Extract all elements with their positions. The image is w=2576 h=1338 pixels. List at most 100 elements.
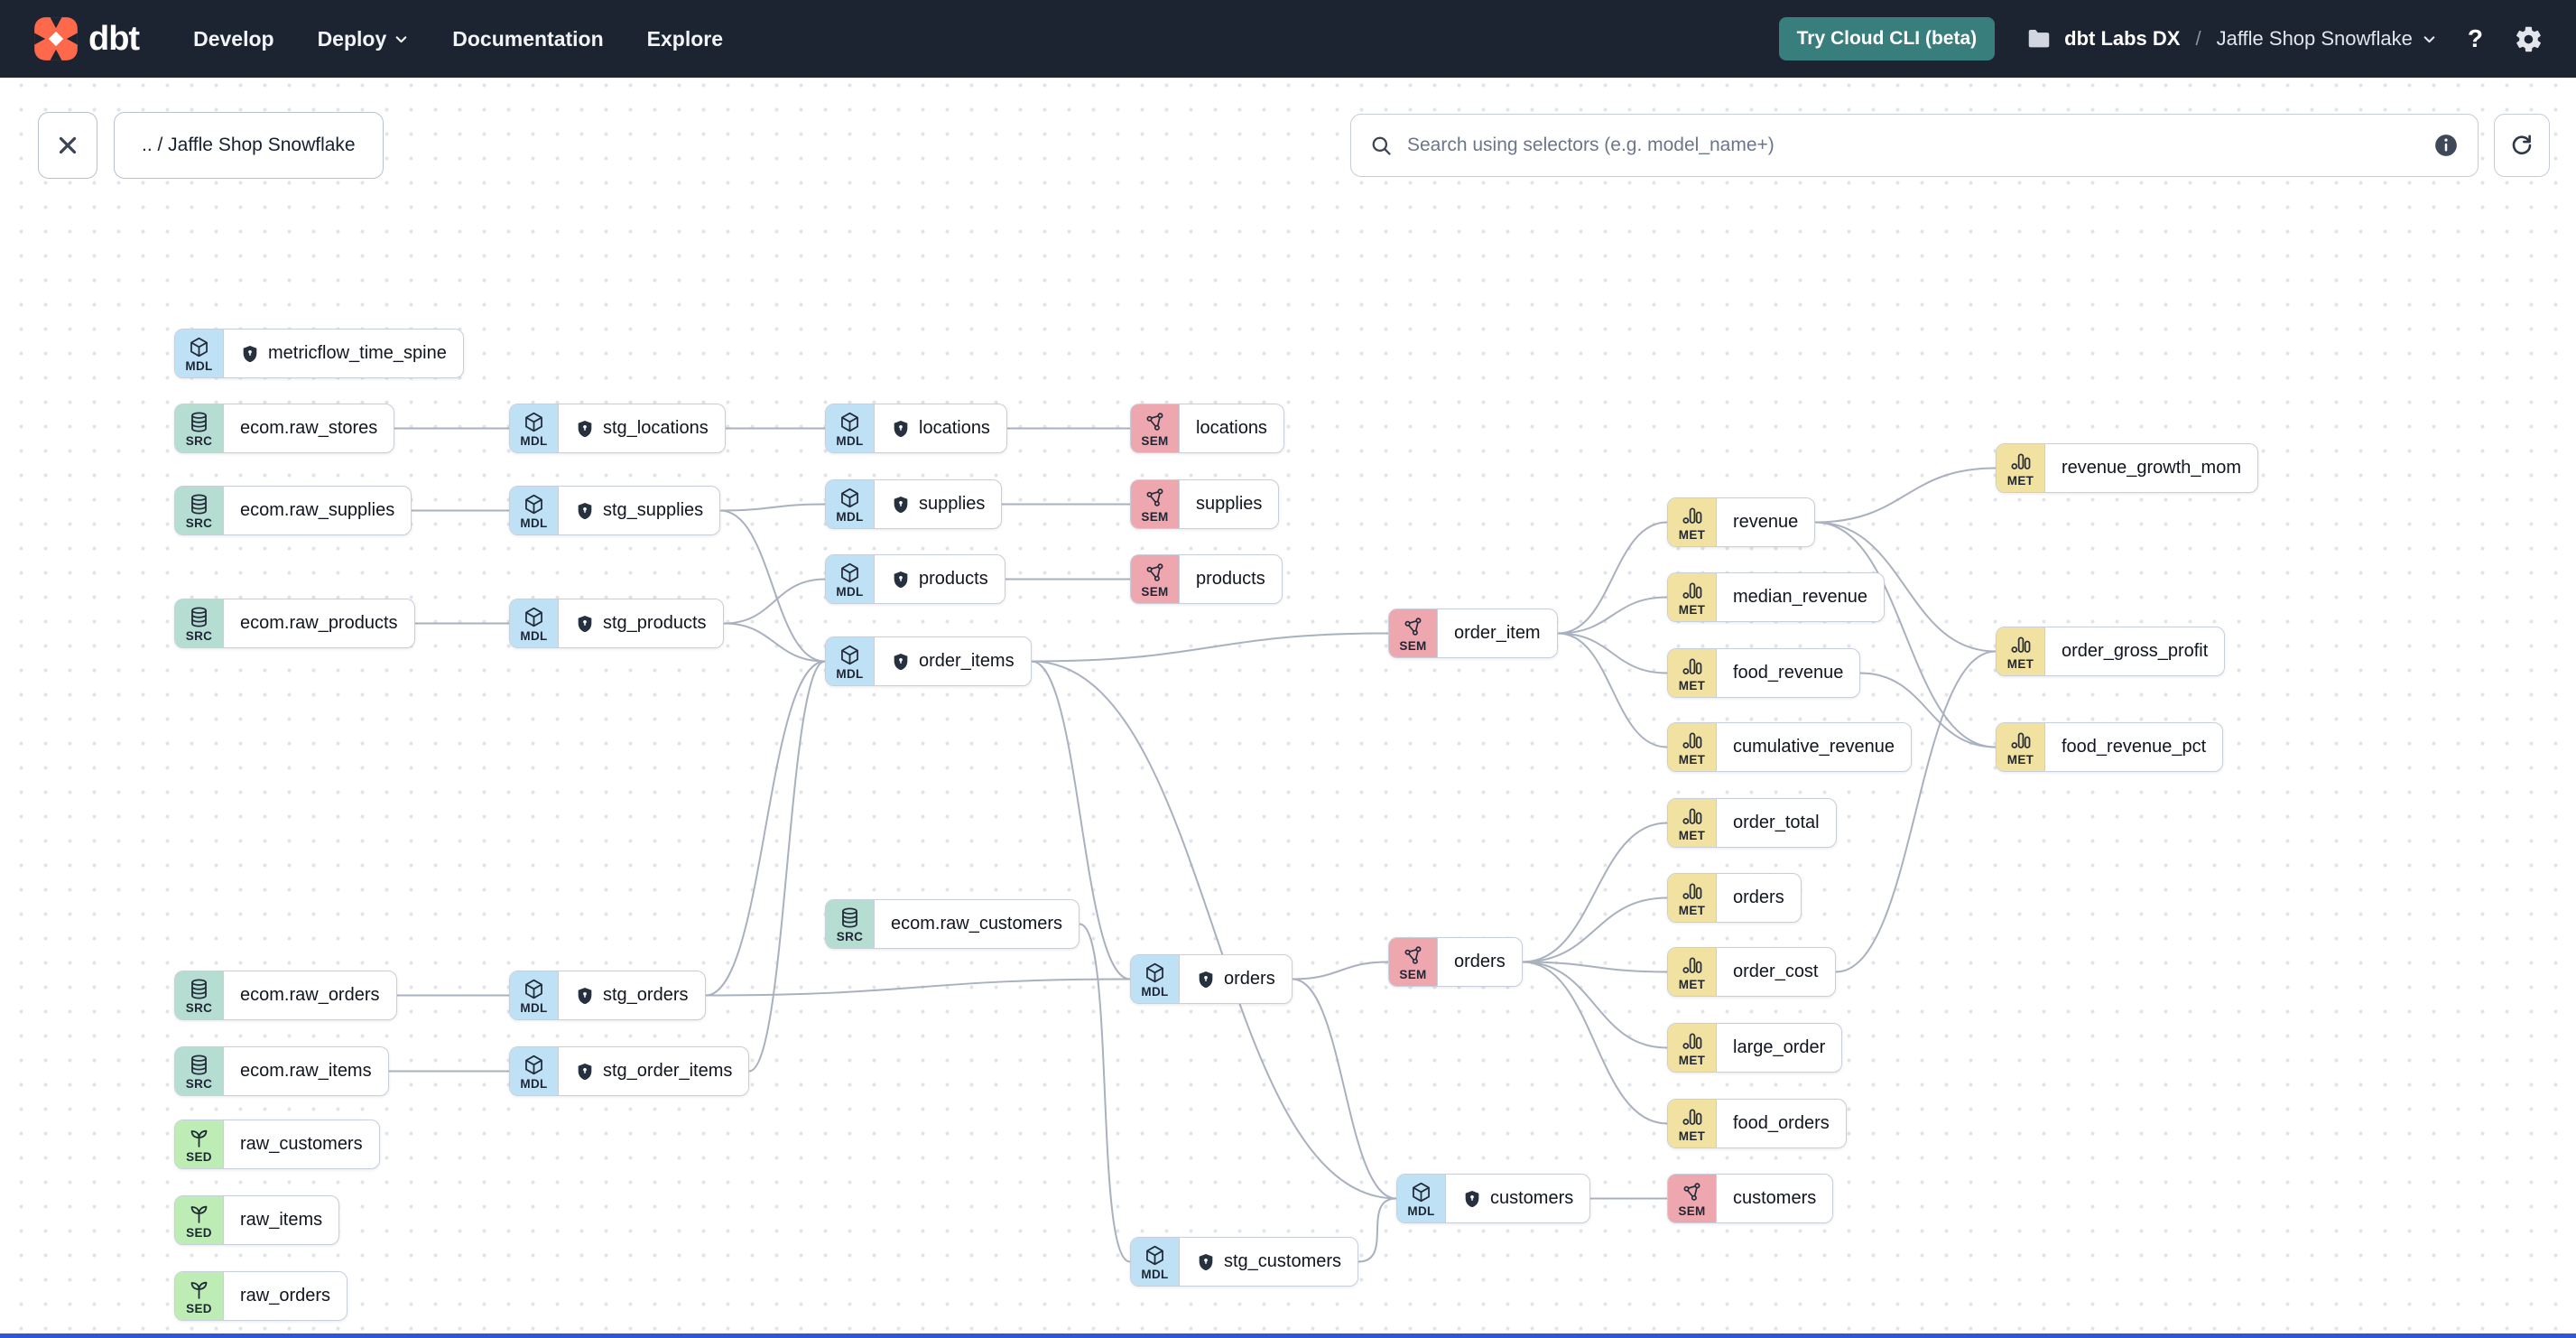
node-label: ecom.raw_stores xyxy=(240,418,378,438)
nav-item-develop[interactable]: Develop xyxy=(193,27,273,51)
graph-node-sem_orders[interactable]: SEM orders xyxy=(1388,937,1523,987)
node-label: products xyxy=(875,555,1005,603)
model-type-badge: MDL xyxy=(826,404,875,452)
node-type-label: SEM xyxy=(1399,639,1427,654)
seed-type-badge: SED xyxy=(175,1272,224,1320)
graph-node-stg_order_items[interactable]: MDL stg_order_items xyxy=(509,1046,750,1096)
model-type-badge: MDL xyxy=(1131,1238,1180,1286)
node-label: order_item xyxy=(1454,623,1541,643)
graph-node-seed_raw_customers[interactable]: SED raw_customers xyxy=(174,1120,380,1169)
graph-node-sem_customers[interactable]: SEM customers xyxy=(1667,1174,1834,1223)
graph-node-sem_products[interactable]: SEM products xyxy=(1130,554,1283,604)
graph-node-seed_raw_items[interactable]: SED raw_items xyxy=(174,1195,340,1245)
graph-node-met_order_total[interactable]: MET order_total xyxy=(1667,798,1837,848)
graph-node-metricflow_time_spine[interactable]: MDL metricflow_time_spine xyxy=(174,329,464,378)
graph-node-ecom_raw_orders[interactable]: SRC ecom.raw_orders xyxy=(174,971,397,1020)
dbt-logo[interactable]: dbt xyxy=(32,15,140,62)
node-label: products xyxy=(1196,569,1265,589)
node-label: order_total xyxy=(1733,813,1820,832)
shield-icon xyxy=(1199,971,1213,988)
graph-node-sem_supplies[interactable]: SEM supplies xyxy=(1130,479,1280,529)
account-name[interactable]: dbt Labs DX xyxy=(2064,27,2180,51)
graph-node-met_large_order[interactable]: MET large_order xyxy=(1667,1023,1843,1073)
search-input[interactable] xyxy=(1407,135,2419,156)
breadcrumb[interactable]: .. / Jaffle Shop Snowflake xyxy=(114,112,384,179)
graph-node-met_food_orders[interactable]: MET food_orders xyxy=(1667,1099,1847,1148)
main-nav: Develop Deploy Documentation Explore xyxy=(193,27,723,51)
graph-node-met_revenue[interactable]: MET revenue xyxy=(1667,497,1816,547)
graph-node-ecom_raw_items[interactable]: SRC ecom.raw_items xyxy=(174,1046,389,1096)
metric-type-badge: MET xyxy=(1668,948,1717,996)
nav-item-documentation[interactable]: Documentation xyxy=(452,27,603,51)
graph-node-met_median_revenue[interactable]: MET median_revenue xyxy=(1667,572,1885,622)
info-icon[interactable] xyxy=(2432,132,2460,159)
close-button[interactable] xyxy=(38,112,97,179)
model-cube-icon xyxy=(525,1055,542,1075)
graph-node-products[interactable]: MDL products xyxy=(825,554,1005,604)
model-type-badge: MDL xyxy=(826,637,875,685)
metric-type-badge: MET xyxy=(1668,498,1717,546)
graph-node-met_revenue_growth_mom[interactable]: MET revenue_growth_mom xyxy=(1996,443,2258,493)
model-cube-icon xyxy=(1146,1246,1163,1266)
graph-node-stg_customers[interactable]: MDL stg_customers xyxy=(1130,1237,1359,1287)
graph-node-supplies[interactable]: MDL supplies xyxy=(825,479,1003,529)
nav-item-explore[interactable]: Explore xyxy=(647,27,723,51)
node-type-label: MET xyxy=(1678,603,1706,618)
node-label: stg_orders xyxy=(559,971,705,1019)
graph-node-met_food_revenue_pct[interactable]: MET food_revenue_pct xyxy=(1996,722,2224,772)
node-type-label: MDL xyxy=(520,434,548,449)
graph-node-orders_model[interactable]: MDL orders xyxy=(1130,954,1293,1004)
graph-node-ecom_raw_products[interactable]: SRC ecom.raw_products xyxy=(174,599,415,648)
graph-node-met_cumulative_revenue[interactable]: MET cumulative_revenue xyxy=(1667,722,1912,772)
lineage-canvas: MDL metricflow_time_spine SRC ecom.raw_stor… xyxy=(0,0,2576,1338)
graph-node-stg_supplies[interactable]: MDL stg_supplies xyxy=(509,486,721,535)
source-type-badge: SRC xyxy=(175,971,224,1019)
graph-node-met_orders[interactable]: MET orders xyxy=(1667,873,1802,923)
model-cube-icon xyxy=(190,338,208,358)
model-type-badge: MDL xyxy=(826,555,875,603)
node-type-label: MET xyxy=(1678,528,1706,543)
metric-bars-icon xyxy=(1682,658,1702,675)
metric-bars-icon xyxy=(1682,507,1702,525)
node-label: customers xyxy=(1446,1175,1589,1222)
graph-node-locations[interactable]: MDL locations xyxy=(825,404,1007,453)
settings-gear-icon[interactable] xyxy=(2514,24,2544,54)
graph-node-sem_order_item[interactable]: SEM order_item xyxy=(1388,609,1558,658)
graph-node-met_order_gross_profit[interactable]: MET order_gross_profit xyxy=(1996,627,2226,676)
help-icon[interactable]: ? xyxy=(2468,24,2483,53)
semantic-type-badge: SEM xyxy=(1389,938,1438,986)
project-selector[interactable]: Jaffle Shop Snowflake xyxy=(2217,27,2437,51)
metric-bars-icon xyxy=(1682,1109,1702,1126)
metric-bars-icon xyxy=(2011,453,2031,470)
graph-node-met_food_revenue[interactable]: MET food_revenue xyxy=(1667,648,1861,698)
metric-type-badge: MET xyxy=(1997,444,2045,492)
semantic-model-icon xyxy=(1146,563,1163,582)
model-cube-icon xyxy=(1413,1183,1430,1203)
shield-icon xyxy=(578,420,592,437)
refresh-button[interactable] xyxy=(2494,114,2550,177)
node-type-label: MDL xyxy=(836,510,864,525)
graph-node-ecom_raw_supplies[interactable]: SRC ecom.raw_supplies xyxy=(174,486,412,535)
node-label: order_cost xyxy=(1733,962,1819,981)
graph-node-customers_model[interactable]: MDL customers xyxy=(1396,1174,1591,1223)
node-label: food_revenue xyxy=(1733,663,1844,683)
graph-node-stg_products[interactable]: MDL stg_products xyxy=(509,599,724,648)
graph-node-met_order_cost[interactable]: MET order_cost xyxy=(1667,947,1836,997)
shield-icon xyxy=(578,502,592,519)
graph-node-ecom_raw_customers[interactable]: SRC ecom.raw_customers xyxy=(825,899,1080,949)
try-cloud-cli-button[interactable]: Try Cloud CLI (beta) xyxy=(1778,17,1996,60)
source-type-badge: SRC xyxy=(826,900,875,948)
nav-item-deploy[interactable]: Deploy xyxy=(318,27,410,51)
graph-node-sem_locations[interactable]: SEM locations xyxy=(1130,404,1284,453)
graph-node-order_items[interactable]: MDL order_items xyxy=(825,636,1032,686)
node-label: raw_orders xyxy=(240,1286,331,1305)
graph-node-stg_orders[interactable]: MDL stg_orders xyxy=(509,971,706,1020)
node-type-label: SED xyxy=(186,1226,212,1240)
node-label: orders xyxy=(1454,952,1506,971)
graph-node-stg_locations[interactable]: MDL stg_locations xyxy=(509,404,726,453)
graph-node-ecom_raw_stores[interactable]: SRC ecom.raw_stores xyxy=(174,404,395,453)
graph-node-seed_raw_orders[interactable]: SED raw_orders xyxy=(174,1271,348,1321)
node-type-label: MDL xyxy=(185,359,213,374)
node-label: ecom.raw_orders xyxy=(240,985,380,1005)
node-label: cumulative_revenue xyxy=(1733,737,1895,757)
